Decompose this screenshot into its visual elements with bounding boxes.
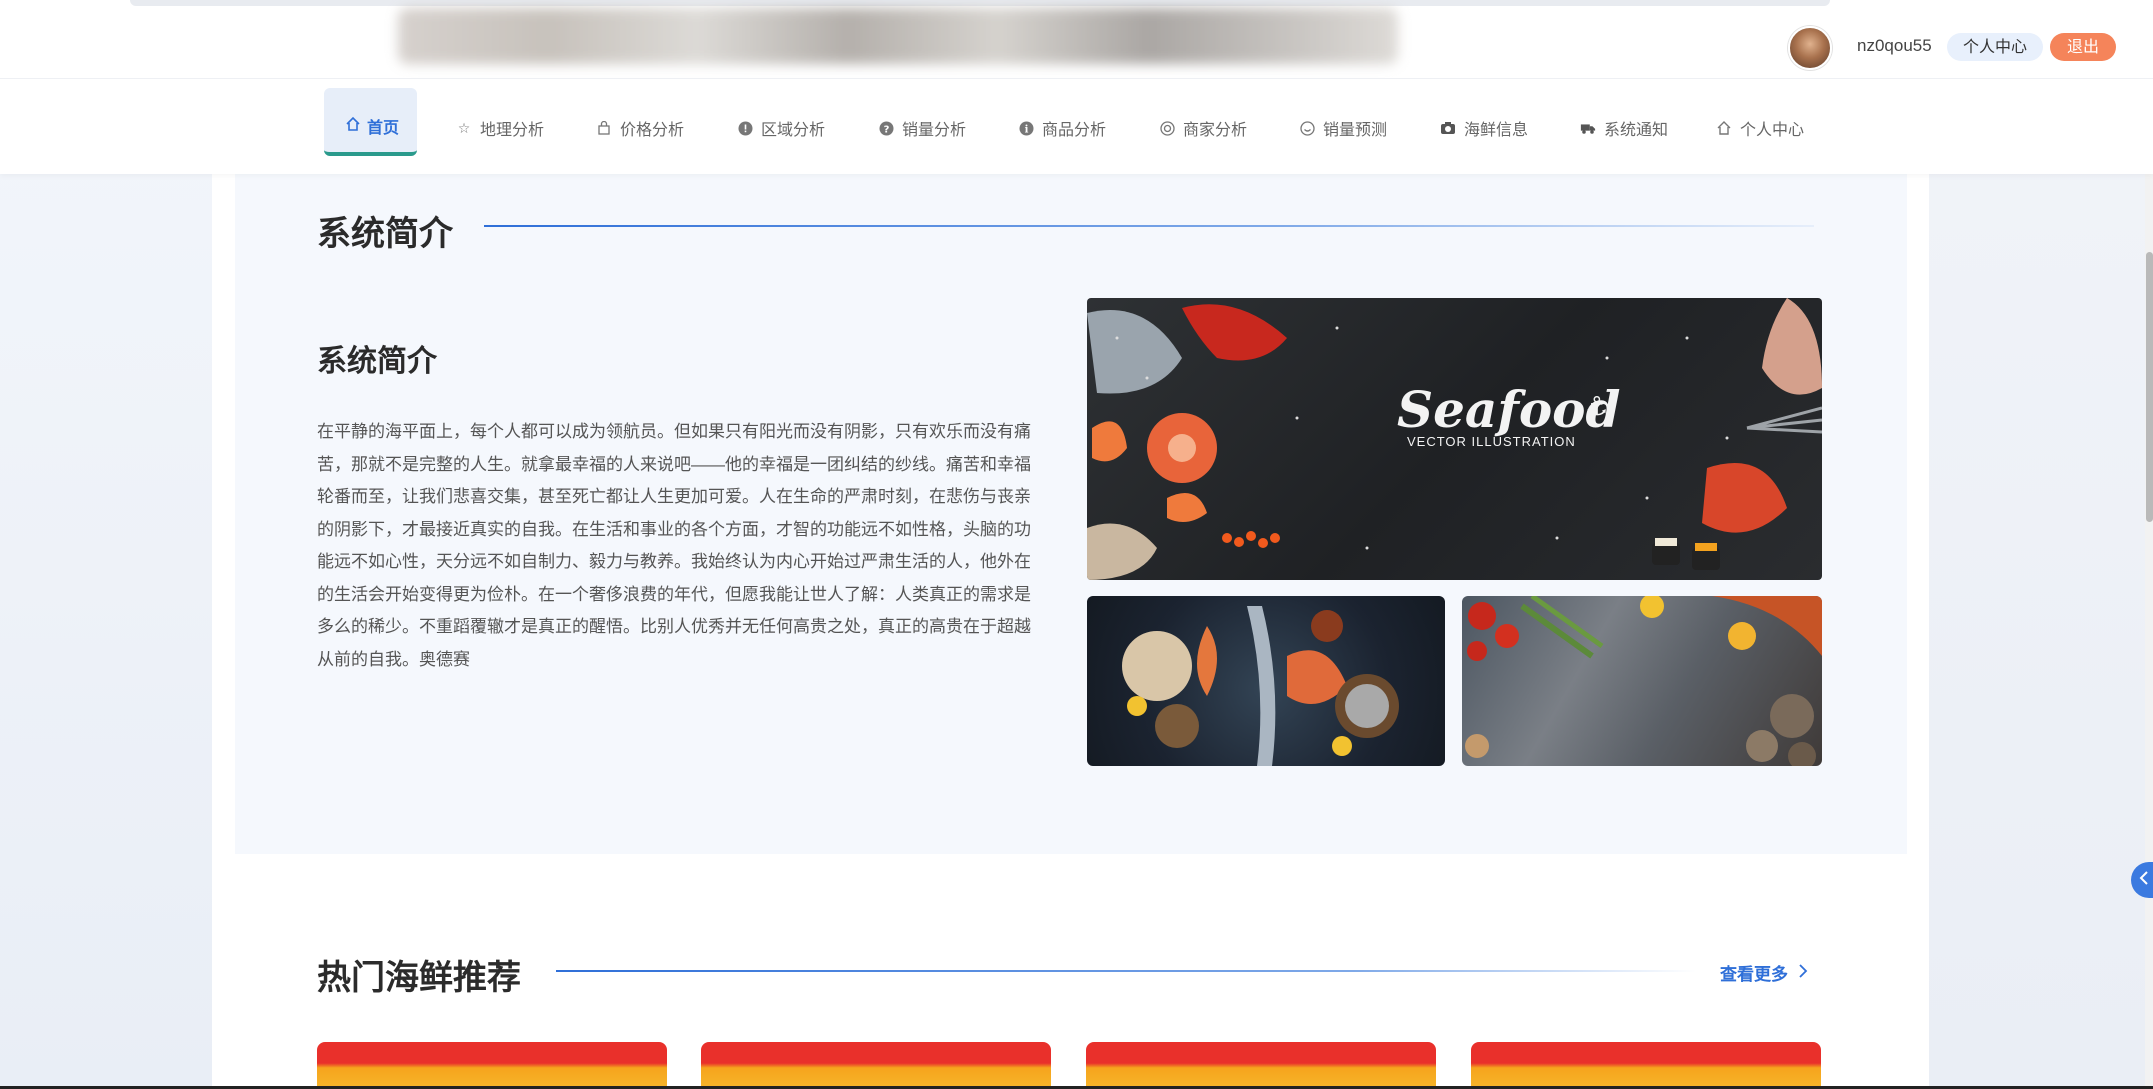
view-more-label: 查看更多: [1720, 965, 1788, 984]
home-icon: [345, 116, 361, 137]
top-header: nz0qou55 个人中心 退出: [0, 0, 2153, 79]
nav-item-sales[interactable]: ? 销量分析: [878, 114, 966, 142]
banner-subtitle: VECTOR ILLUSTRATION: [1407, 434, 1576, 449]
section-divider: [556, 970, 1696, 972]
nav-item-seafood-info[interactable]: 海鲜信息: [1440, 114, 1528, 142]
anchor-icon: ⚓: [1585, 392, 1609, 422]
nav-item-goods[interactable]: i 商品分析: [1018, 114, 1106, 142]
section-divider: [484, 225, 1814, 227]
nav-item-home[interactable]: 首页: [345, 114, 399, 138]
username-label: nz0qou55: [1857, 36, 1932, 55]
camera-icon: [1440, 120, 1456, 136]
main-nav: 首页 ☆ 地理分析 价格分析 区域分析 ? 销量分析 i 商品分析 商家分析 销…: [0, 78, 2153, 174]
intro-subtitle: 系统简介: [317, 345, 437, 378]
avatar[interactable]: [1788, 26, 1832, 70]
intro-section-title: 系统简介: [317, 215, 453, 253]
browser-strip: [130, 0, 1830, 6]
nav-item-label: 区域分析: [761, 122, 826, 139]
nav-item-label: 个人中心: [1740, 122, 1805, 139]
home-outline-icon: [1716, 120, 1732, 136]
nav-item-label: 系统通知: [1604, 122, 1669, 139]
nav-item-region[interactable]: 区域分析: [737, 114, 825, 142]
bag-icon: [596, 120, 612, 136]
nav-item-label: 销量分析: [902, 122, 967, 139]
target-icon: [1159, 120, 1175, 136]
logout-button[interactable]: 退出: [2050, 33, 2116, 61]
question-icon: ?: [878, 120, 894, 136]
product-card[interactable]: [1471, 1042, 1821, 1089]
nav-item-label: 海鲜信息: [1464, 122, 1529, 139]
intro-paragraph: 在平静的海平面上，每个人都可以成为领航员。但如果只有阳光而没有阴影，只有欢乐而没…: [317, 422, 1031, 669]
nav-item-label: 销量预测: [1323, 122, 1388, 139]
product-card[interactable]: [1086, 1042, 1436, 1089]
scrollbar-thumb[interactable]: [2146, 252, 2153, 522]
info-icon: [737, 120, 753, 136]
product-card[interactable]: [701, 1042, 1051, 1089]
info-icon: i: [1018, 120, 1034, 136]
seafood-border-image: [1462, 596, 1822, 766]
nav-item-label: 首页: [367, 120, 400, 137]
nav-item-geo[interactable]: ☆ 地理分析: [456, 114, 544, 142]
nav-item-label: 商品分析: [1042, 122, 1107, 139]
view-more-link[interactable]: 查看更多: [1720, 960, 1808, 985]
star-icon: ☆: [457, 119, 471, 136]
svg-text:i: i: [1024, 124, 1028, 135]
seafood-banner-image: Seafood VECTOR ILLUSTRATION ⚓: [1087, 298, 1822, 580]
nav-item-label: 商家分析: [1183, 122, 1248, 139]
seafood-platter-image: [1087, 596, 1445, 766]
nav-item-merchant[interactable]: 商家分析: [1159, 114, 1247, 142]
nav-item-notice[interactable]: 系统通知: [1580, 114, 1668, 142]
chevron-right-icon: [1798, 963, 1808, 983]
chevron-left-icon: [2139, 870, 2149, 890]
header-banner-image: [398, 8, 1398, 64]
nav-item-price[interactable]: 价格分析: [596, 114, 684, 142]
profile-button[interactable]: 个人中心: [1947, 33, 2043, 61]
nav-item-label: 价格分析: [620, 122, 685, 139]
nav-item-forecast[interactable]: 销量预测: [1299, 114, 1387, 142]
product-card[interactable]: [317, 1042, 667, 1089]
svg-text:?: ?: [883, 124, 889, 135]
hot-section-title: 热门海鲜推荐: [317, 959, 521, 997]
truck-icon: [1580, 120, 1596, 136]
nav-item-label: 地理分析: [480, 122, 545, 139]
smile-icon: [1299, 120, 1315, 136]
nav-item-personal[interactable]: 个人中心: [1716, 114, 1804, 142]
